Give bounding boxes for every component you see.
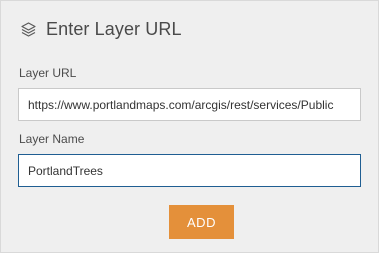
- add-button[interactable]: ADD: [169, 205, 234, 239]
- layer-name-input[interactable]: [18, 154, 361, 187]
- layer-url-input[interactable]: [18, 88, 361, 121]
- enter-layer-url-panel: Enter Layer URL Layer URL Layer Name ADD: [0, 0, 379, 253]
- panel-title: Enter Layer URL: [46, 19, 182, 39]
- panel-header: Enter Layer URL: [20, 19, 182, 40]
- layer-url-label: Layer URL: [19, 66, 77, 80]
- layer-name-label: Layer Name: [19, 132, 85, 146]
- layers-icon: [20, 21, 37, 38]
